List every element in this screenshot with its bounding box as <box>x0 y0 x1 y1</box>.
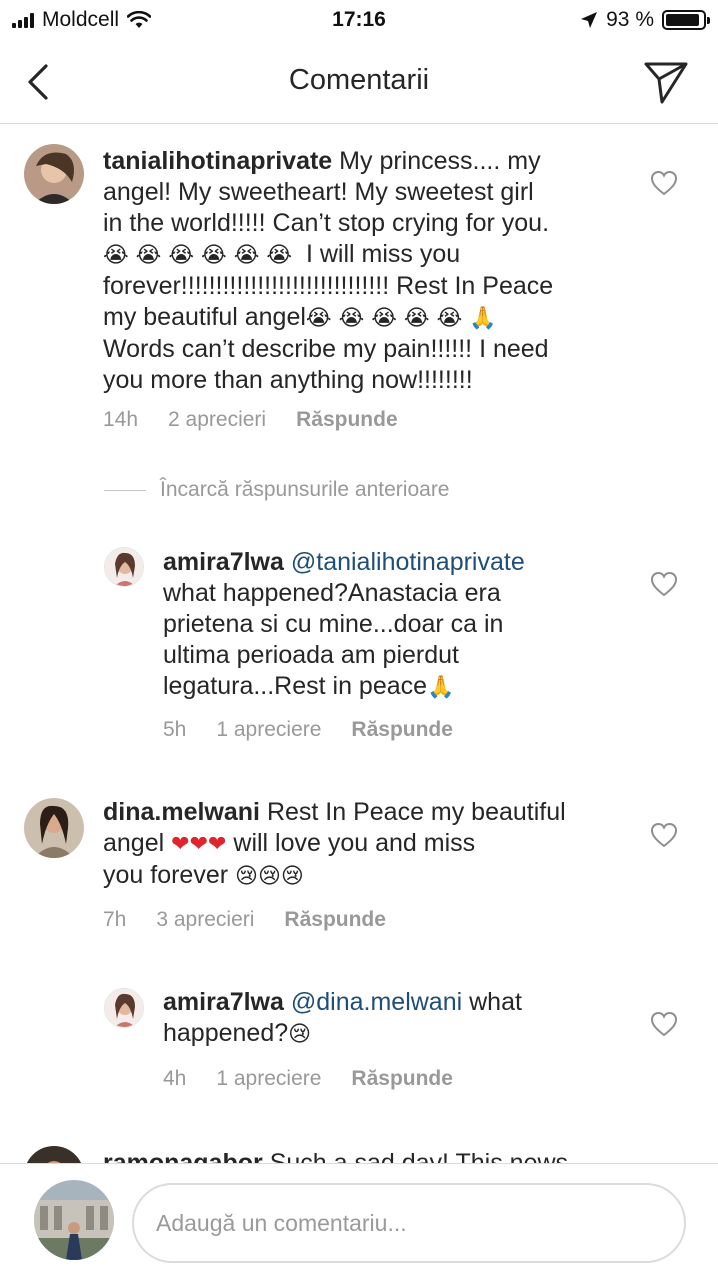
red-heart-emoji-icon: ❤ <box>208 832 227 857</box>
likes-count[interactable]: 1 apreciere <box>216 718 321 742</box>
comment-text: dina.melwani Rest In Peace my beautiful … <box>103 798 566 889</box>
reply-button[interactable]: Răspunde <box>284 908 386 932</box>
crying-emoji-icon: 😭 <box>403 306 430 331</box>
comment-username[interactable]: amira7lwa <box>163 988 284 1016</box>
avatar[interactable] <box>24 798 84 858</box>
red-heart-emoji-icon: ❤ <box>171 832 190 857</box>
mention-link[interactable]: @tanialihotinaprivate <box>291 548 525 576</box>
status-right: 93 % <box>580 8 710 32</box>
reply-text: amira7lwa @dina.melwani what happened?😢 <box>163 988 522 1047</box>
crying-emoji-icon: 😭 <box>168 243 195 268</box>
location-arrow-icon <box>581 12 598 28</box>
reply-text: amira7lwa @tanialihotinaprivate what hap… <box>163 548 525 700</box>
sad-emoji-icon: 😢 <box>280 864 304 889</box>
crying-emoji-icon: 😭 <box>338 306 365 331</box>
sad-emoji-icon: 😢 <box>235 864 258 889</box>
comment-meta: 4h 1 apreciere Răspunde <box>163 1067 453 1091</box>
comment-meta: 14h 2 aprecieri Răspunde <box>103 408 398 432</box>
divider-line <box>104 489 146 491</box>
comment-meta: 5h 1 apreciere Răspunde <box>163 718 453 742</box>
pray-emoji-icon: 🙏 <box>469 306 497 331</box>
comment-time: 14h <box>103 408 139 431</box>
likes-count[interactable]: 2 aprecieri <box>168 408 266 432</box>
pray-emoji-icon: 🙏 <box>427 675 455 700</box>
heart-outline-icon[interactable] <box>650 1011 678 1037</box>
heart-outline-icon[interactable] <box>650 571 678 597</box>
reply-button[interactable]: Răspunde <box>351 1067 453 1091</box>
comment-time: 4h <box>163 1067 187 1090</box>
crying-emoji-icon: 😭 <box>201 243 227 268</box>
load-previous-label: Încarcă răspunsurile anterioare <box>160 478 450 501</box>
sad-emoji-icon: 😢 <box>288 1022 312 1047</box>
likes-count[interactable]: 1 apreciere <box>216 1067 321 1091</box>
comment-username[interactable]: dina.melwani <box>103 798 260 826</box>
comment-meta: 7h 3 aprecieri Răspunde <box>103 908 386 932</box>
reply-button[interactable]: Răspunde <box>351 718 453 742</box>
heart-outline-icon[interactable] <box>650 170 678 196</box>
paper-plane-icon[interactable] <box>642 58 690 106</box>
battery-icon <box>662 10 710 30</box>
crying-emoji-icon: 😭 <box>103 243 129 268</box>
crying-emoji-icon: 😭 <box>233 243 260 268</box>
heart-outline-icon[interactable] <box>650 822 678 848</box>
battery-percent: 93 % <box>606 8 654 31</box>
comment-input[interactable] <box>132 1183 686 1263</box>
avatar[interactable] <box>104 988 144 1028</box>
status-bar: Moldcell 17:16 93 % <box>0 0 718 40</box>
crying-emoji-icon: 😭 <box>135 243 162 268</box>
sad-emoji-icon: 😢 <box>257 864 281 889</box>
comment-username[interactable]: amira7lwa <box>163 548 284 576</box>
mention-link[interactable]: @dina.melwani <box>291 988 462 1016</box>
avatar[interactable] <box>24 144 84 204</box>
header-bar: Comentarii <box>0 40 718 124</box>
crying-emoji-icon: 😭 <box>305 306 332 331</box>
red-heart-emoji-icon: ❤ <box>189 832 208 857</box>
battery-fill <box>666 14 700 26</box>
avatar <box>34 1180 114 1260</box>
avatar[interactable] <box>104 547 144 587</box>
likes-count[interactable]: 3 aprecieri <box>156 908 254 932</box>
comment-username[interactable]: tanialihotinaprivate <box>103 147 332 175</box>
load-previous-replies[interactable]: Încarcă răspunsurile anterioare <box>104 478 450 502</box>
reply-button[interactable]: Răspunde <box>296 408 398 432</box>
crying-emoji-icon: 😭 <box>371 306 397 331</box>
comment-time: 5h <box>163 718 187 741</box>
comment-text: tanialihotinaprivate My princess.... my … <box>103 147 554 394</box>
crying-emoji-icon: 😭 <box>436 306 463 331</box>
crying-emoji-icon: 😭 <box>266 243 293 268</box>
comment-time: 7h <box>103 908 127 931</box>
page-title: Comentarii <box>288 64 430 96</box>
